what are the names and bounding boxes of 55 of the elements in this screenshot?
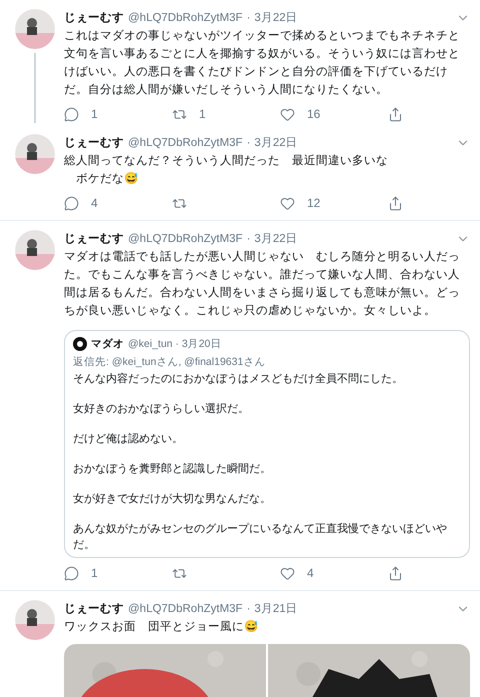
separator: · [246, 602, 250, 617]
share-icon[interactable] [388, 566, 403, 580]
tweet-text: 総人間ってなんだ？そういう人間だった 最近間違い多いな [64, 154, 389, 169]
separator: · [246, 232, 250, 247]
action-count: 1 [91, 106, 98, 123]
handle: @hLQ7DbRohZytM3F [128, 232, 243, 247]
quote-text: だけど俺は認めない。 [73, 432, 184, 447]
tweet-card[interactable]: じぇーむす @hLQ7DbRohZytM3F · 3月22日 これはマダオの事じゃないがツイッターで揉めるといつまでもネチネチと文句を言い事あるごとに人を揶揄する奴がいる。そういう奴には言わせとけばいい。人の悪口を書くたびドンドンと自分の評価を下げているだけだ。自分は総人間が嫌いだしそういう人間になりたくない。 1 1 16 [0, 0, 480, 125]
share-icon[interactable] [388, 196, 403, 210]
quote-text: そんな内容だったのにおかなぼうはメスどもだけ全員不問にした。 [73, 372, 404, 387]
action-count: 1 [91, 565, 98, 582]
tweet-date[interactable]: 3月22日 [254, 134, 298, 152]
quote-avatar [73, 337, 87, 351]
avatar[interactable] [15, 9, 55, 49]
handle: @hLQ7DbRohZytM3F [128, 602, 243, 617]
like-icon[interactable] [280, 196, 295, 210]
action-count: 1 [199, 106, 206, 123]
action-count: 12 [307, 195, 320, 212]
quote-text: 女好きのおかなぼうらしい選択だ。 [73, 402, 250, 417]
tweet-text: これはマダオの事じゃないがツイッターで揉めるといつまでもネチネチと文句を言い事あるごとに人を揶揄する奴がいる。そういう奴には言わせとけばいい。人の悪口を書くたびドンドンと自分の評価を下げているだけだ。自分は総人間が嫌いだしそういう人間になりたくない。 [64, 28, 461, 98]
reply-icon[interactable] [64, 106, 79, 122]
action-count: 4 [91, 195, 98, 212]
tweet-date[interactable]: 3月22日 [254, 9, 298, 27]
share-icon[interactable] [388, 106, 403, 122]
tweet-text: ボケだな😅 [75, 171, 139, 187]
quote-display-name: マダオ [91, 337, 124, 352]
reply-icon[interactable] [64, 566, 79, 580]
quote-text: 女が好きで女だけが大切な男なんだな。 [73, 492, 272, 507]
like-icon[interactable] [280, 566, 295, 580]
display-name[interactable]: じぇーむす [64, 600, 124, 618]
quote-text: おかなぼうを糞野郎と認識した瞬間だ。 [73, 462, 272, 477]
reply-to: 返信先: @kei_tunさん, @final19631さん [73, 355, 266, 370]
like-icon[interactable] [280, 106, 295, 122]
quote-handle: @kei_tun · 3月20日 [128, 337, 222, 352]
avatar[interactable] [15, 134, 55, 174]
tweet-card[interactable]: じぇーむす @hLQ7DbRohZytM3F · 3月21日 ワックスお面 団平とジョー風に😅 [0, 591, 480, 697]
tweet-date[interactable]: 3月21日 [254, 600, 298, 618]
handle: @hLQ7DbRohZytM3F [128, 136, 243, 151]
handle: @hLQ7DbRohZytM3F [128, 11, 243, 26]
reply-icon[interactable] [64, 196, 79, 210]
separator: · [246, 11, 250, 26]
tweet-date[interactable]: 3月22日 [254, 230, 298, 248]
action-count: 16 [307, 106, 320, 123]
display-name[interactable]: じぇーむす [64, 230, 124, 248]
display-name[interactable]: じぇーむす [64, 134, 124, 152]
quote-text: あんな奴がたがみセンセのグループにいるなんて正直我慢できないほどいやだ。 [73, 522, 448, 553]
display-name[interactable]: じぇーむす [64, 9, 124, 27]
action-count: 4 [307, 565, 314, 582]
quoted-tweet[interactable]: マダオ @kei_tun · 3月20日 返信先: @kei_tunさん, @final19631さん そんな内容だったのにおかなぼうはメスどもだけ全員不問にした。 女好きのおかなぼうらしい選択だ。 だけど俺は認めない。 おかなぼうを糞野郎と認識した瞬間だ。 女が好きで女だけが大切な男なんだな。 あんな奴がたがみセンセのグループにいるなんて正直我慢できないほどいやだ。 [64, 330, 470, 558]
tweet-card[interactable]: じぇーむす @hLQ7DbRohZytM3F · 3月22日 総人間ってなんだ？そういう人間だった 最近間違い多いな ボケだな😅 4 12 [0, 125, 480, 221]
separator: · [246, 136, 250, 151]
tweet-text: マダオは電話でも話したが悪い人間じゃない むしろ随分と明るい人だった。でもこんな事を言うべきじゃない。誰だって嫌いな人間、合わない人間は居るもんだ。合わない人間をいまさら掘り返しても意味が無い。どっちが良い悪いじゃなく。これじゃ只の虐めじゃないか。女々しいよ。 [64, 250, 461, 319]
tweet-text: ワックスお面 団平とジョー風に😅 [64, 619, 259, 635]
avatar[interactable] [15, 600, 55, 640]
avatar[interactable] [15, 230, 55, 270]
